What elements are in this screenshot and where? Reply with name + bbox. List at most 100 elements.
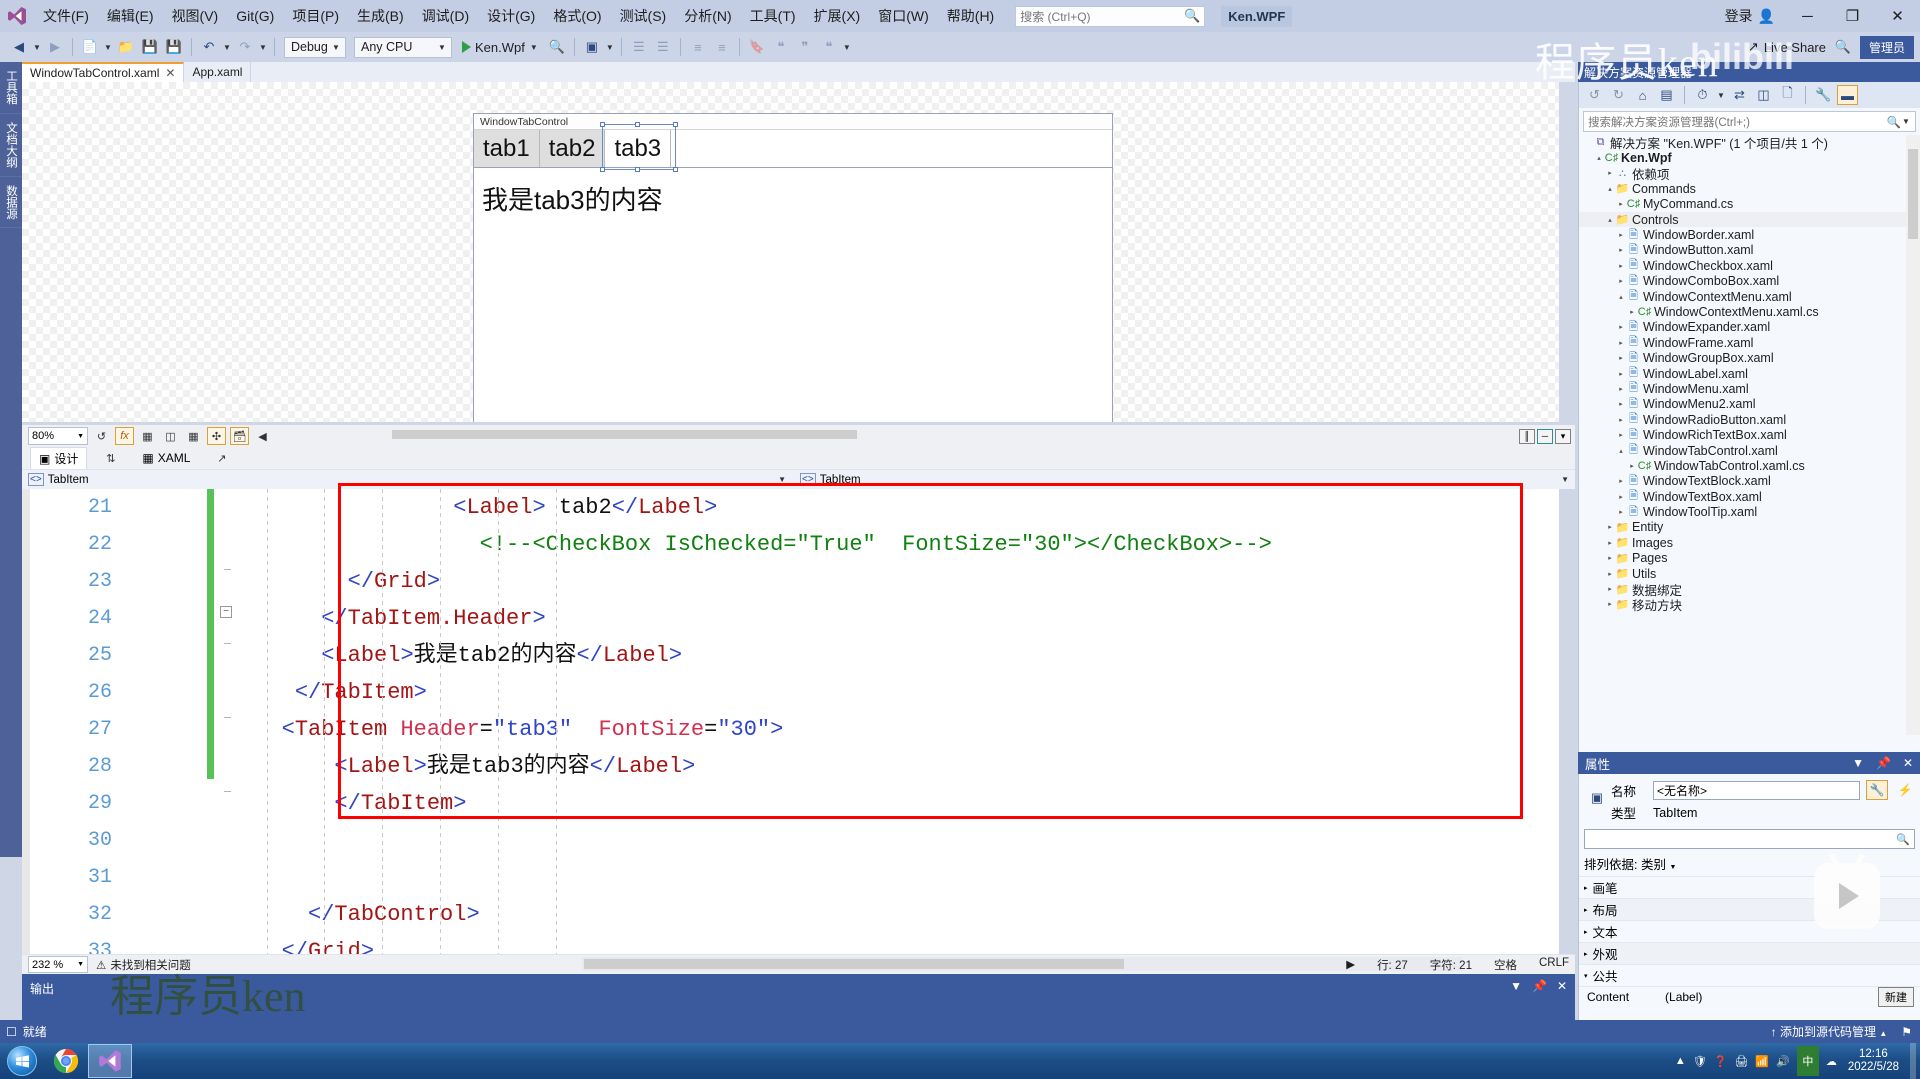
breadcrumb-right[interactable]: <> TabItem ▼ bbox=[792, 473, 1575, 486]
resize-handle-se[interactable] bbox=[673, 167, 679, 172]
outdent-icon[interactable]: ≡ bbox=[711, 36, 733, 58]
properties-category[interactable]: ▸ 外观 bbox=[1579, 942, 1920, 964]
tray-overflow-icon[interactable]: ▲ bbox=[1675, 1055, 1686, 1067]
menu-help[interactable]: 帮助(H) bbox=[938, 2, 1003, 30]
grid-icon[interactable]: ▦ bbox=[138, 427, 157, 445]
menu-view[interactable]: 视图(V) bbox=[163, 2, 228, 30]
chevron-down-icon[interactable]: ▾ bbox=[1584, 972, 1588, 980]
properties-tab-icon[interactable]: 🔧 bbox=[1866, 780, 1888, 800]
menu-window[interactable]: 窗口(W) bbox=[869, 2, 938, 30]
menu-extensions[interactable]: 扩展(X) bbox=[805, 2, 870, 30]
line-ending-mode[interactable]: CRLF bbox=[1539, 957, 1569, 973]
chevron-right-icon[interactable]: ▸ bbox=[1616, 431, 1626, 439]
properties-close-icon[interactable]: ✕ bbox=[1903, 756, 1913, 770]
open-file-icon[interactable]: 📁 bbox=[115, 36, 137, 58]
align-left-icon[interactable]: ☰ bbox=[628, 36, 650, 58]
solution-platform-combo[interactable]: Any CPU ▼ bbox=[354, 36, 452, 58]
se-preview-icon[interactable]: ▬ bbox=[1837, 85, 1858, 105]
artboard-icon[interactable]: 🗃 bbox=[230, 427, 249, 445]
chevron-right-icon[interactable]: ▸ bbox=[1616, 493, 1626, 501]
chevron-right-icon[interactable]: ▸ bbox=[1605, 554, 1615, 562]
error-summary[interactable]: ⚠ 未找到相关问题 bbox=[96, 957, 191, 973]
status-notifications-icon[interactable]: ⚑ bbox=[1901, 1025, 1912, 1039]
alignment-icon[interactable]: ✣ bbox=[207, 427, 226, 445]
select-element-dropdown-icon[interactable]: ▼ bbox=[605, 43, 615, 52]
redo-dropdown-icon[interactable]: ▼ bbox=[258, 43, 268, 52]
solution-tree[interactable]: ⧉ 解决方案 "Ken.WPF" (1 个项目/共 1 个) ▴ C♯ Ken.Wpf ▸… bbox=[1579, 135, 1920, 735]
sign-in-button[interactable]: 登录 👤 bbox=[1715, 6, 1785, 26]
designer-zoom-combo[interactable]: 80% ▼ bbox=[28, 427, 88, 445]
bookmark-icon[interactable]: 🔖 bbox=[746, 36, 768, 58]
chevron-right-icon[interactable]: ▸ bbox=[1627, 462, 1637, 470]
vertical-split-button[interactable]: ║ bbox=[1519, 428, 1535, 444]
editor-horizontal-scrollbar[interactable] bbox=[582, 957, 1462, 971]
se-collapse-all-icon[interactable]: ◫ bbox=[1753, 85, 1774, 105]
chevron-down-icon[interactable]: ▴ bbox=[1605, 185, 1615, 193]
chevron-right-icon[interactable]: ▸ bbox=[1605, 600, 1615, 608]
menu-debug[interactable]: 调试(D) bbox=[413, 2, 478, 30]
solution-tree-item[interactable]: ▸ 🗎 WindowToolTip.xaml bbox=[1579, 504, 1920, 519]
solution-configuration-combo[interactable]: Debug ▼ bbox=[284, 36, 346, 58]
chevron-right-icon[interactable]: ▸ bbox=[1616, 262, 1626, 270]
hscroll-right-icon[interactable]: ▶ bbox=[1346, 957, 1355, 973]
navigate-back-icon[interactable]: ◀ bbox=[8, 36, 30, 58]
solution-tree-item[interactable]: ▸ 📁 Images bbox=[1579, 535, 1920, 550]
properties-search-input[interactable]: 🔍 bbox=[1584, 829, 1915, 849]
chevron-right-icon[interactable]: ▸ bbox=[1616, 200, 1626, 208]
menu-analyze[interactable]: 分析(N) bbox=[675, 2, 740, 30]
menu-file[interactable]: 文件(F) bbox=[34, 2, 98, 30]
designer-hscroll-thumb[interactable] bbox=[392, 430, 857, 439]
undo-dropdown-icon[interactable]: ▼ bbox=[222, 43, 232, 52]
design-tab-tab2[interactable]: tab2 bbox=[539, 130, 606, 167]
taskbar-visual-studio-icon[interactable] bbox=[88, 1044, 132, 1078]
menu-tools[interactable]: 工具(T) bbox=[741, 2, 805, 30]
chevron-down-icon[interactable]: ▴ bbox=[1594, 154, 1604, 162]
chevron-right-icon[interactable]: ▸ bbox=[1616, 416, 1626, 424]
chevron-right-icon[interactable]: ▸ bbox=[1605, 539, 1615, 547]
solution-tree-scrollbar[interactable] bbox=[1906, 135, 1920, 735]
chevron-down-icon[interactable]: ▴ bbox=[1616, 447, 1626, 455]
designer-horizontal-scrollbar[interactable] bbox=[372, 428, 1457, 441]
resize-handle-nw[interactable] bbox=[600, 122, 606, 127]
comment-icon[interactable]: ❝ bbox=[770, 36, 792, 58]
properties-pin-icon[interactable]: 📌 bbox=[1876, 756, 1891, 770]
sidebar-item-document-outline[interactable]: 文档大纲 bbox=[0, 114, 22, 177]
se-search-dropdown-icon[interactable]: ▼ bbox=[1901, 117, 1911, 126]
menu-build[interactable]: 生成(B) bbox=[348, 2, 413, 30]
menu-format[interactable]: 格式(O) bbox=[544, 2, 610, 30]
se-solution-icon[interactable]: ▤ bbox=[1656, 85, 1677, 105]
design-tab-tab1[interactable]: tab1 bbox=[474, 130, 540, 167]
global-search-input[interactable]: 搜索 (Ctrl+Q) 🔍 bbox=[1015, 5, 1206, 27]
tray-shield-icon[interactable]: 🛡 bbox=[1693, 1055, 1707, 1068]
se-pending-changes-icon[interactable]: ⏱ bbox=[1692, 85, 1713, 105]
indentation-mode[interactable]: 空格 bbox=[1494, 957, 1517, 973]
quote-icon[interactable]: ❝ bbox=[818, 36, 840, 58]
sidebar-item-toolbox[interactable]: 工具箱 bbox=[0, 62, 22, 114]
taskbar-clock[interactable]: 12:16 2022/5/28 bbox=[1844, 1048, 1903, 1074]
se-properties-icon[interactable]: 🔧 bbox=[1813, 85, 1834, 105]
show-desktop-button[interactable] bbox=[1910, 1043, 1916, 1079]
chevron-right-icon[interactable]: ▸ bbox=[1616, 354, 1626, 362]
status-source-control[interactable]: ↑ 添加到源代码管理 ▲ bbox=[1771, 1023, 1888, 1040]
horizontal-split-button[interactable]: ─ bbox=[1537, 428, 1553, 444]
se-pending-dropdown-icon[interactable]: ▼ bbox=[1716, 91, 1726, 100]
start-button[interactable] bbox=[0, 1044, 44, 1078]
new-project-icon[interactable]: 📄 bbox=[79, 36, 101, 58]
swap-panes-icon[interactable]: ⇅ bbox=[101, 449, 120, 467]
chevron-right-icon[interactable]: ▸ bbox=[1616, 231, 1626, 239]
navigate-back-dropdown-icon[interactable]: ▼ bbox=[32, 43, 42, 52]
menu-project[interactable]: 项目(P) bbox=[283, 2, 348, 30]
chevron-right-icon[interactable]: ▸ bbox=[1616, 477, 1626, 485]
tab-windowtabcontrol-xaml[interactable]: WindowTabControl.xaml ✕ bbox=[22, 62, 185, 82]
navigate-forward-icon[interactable]: ▶ bbox=[44, 36, 66, 58]
feedback-icon[interactable]: 🔍 bbox=[1832, 36, 1854, 58]
tab-app-xaml[interactable]: App.xaml bbox=[184, 62, 252, 82]
editor-zoom-combo[interactable]: 232 % ▼ bbox=[28, 956, 88, 973]
menu-git[interactable]: Git(G) bbox=[227, 4, 283, 28]
close-button[interactable]: ✕ bbox=[1875, 0, 1920, 32]
resize-handle-ne[interactable] bbox=[673, 122, 679, 127]
live-share-button[interactable]: ↗ Live Share bbox=[1748, 39, 1826, 55]
properties-category[interactable]: ▾ 公共 bbox=[1579, 964, 1920, 986]
tray-volume-icon[interactable]: 🔊 bbox=[1776, 1055, 1790, 1068]
output-close-icon[interactable]: ✕ bbox=[1557, 979, 1567, 993]
